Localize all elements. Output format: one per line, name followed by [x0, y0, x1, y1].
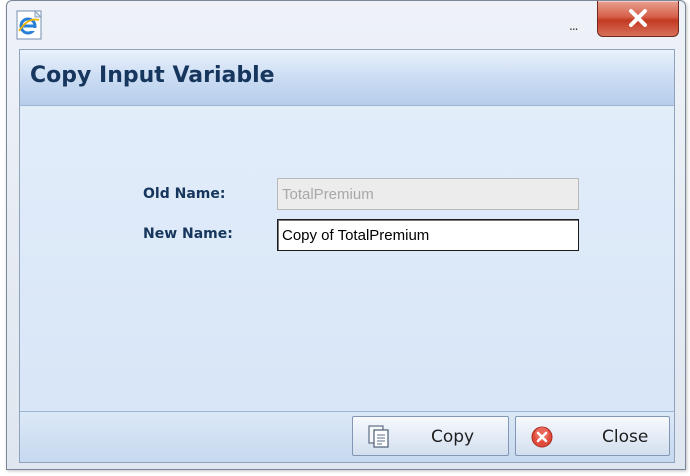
- window-titlebar: ...: [7, 1, 685, 49]
- copy-button-label: Copy: [431, 427, 475, 447]
- ie-icon: [15, 9, 45, 41]
- new-name-field[interactable]: [277, 219, 579, 251]
- close-button-label: Close: [602, 427, 649, 447]
- old-name-field: [277, 178, 579, 210]
- copy-icon: [367, 425, 391, 454]
- old-name-label: Old Name:: [143, 186, 226, 202]
- dialog-body: Old Name: New Name:: [20, 106, 674, 391]
- dialog-header: Copy Input Variable: [20, 50, 674, 106]
- copy-button[interactable]: Copy: [352, 416, 509, 456]
- close-circle-icon: [530, 425, 554, 454]
- browser-popup-window: ... Copy Input Variable Old Name: New Na…: [6, 0, 686, 470]
- window-title-ellipsis: ...: [569, 19, 579, 33]
- dialog-footer: Copy Close: [20, 411, 674, 462]
- copy-input-variable-dialog: Copy Input Variable Old Name: New Name: …: [19, 49, 675, 463]
- dialog-title: Copy Input Variable: [30, 63, 275, 88]
- window-close-button[interactable]: [597, 1, 679, 37]
- new-name-label: New Name:: [143, 226, 233, 242]
- close-button[interactable]: Close: [515, 416, 670, 456]
